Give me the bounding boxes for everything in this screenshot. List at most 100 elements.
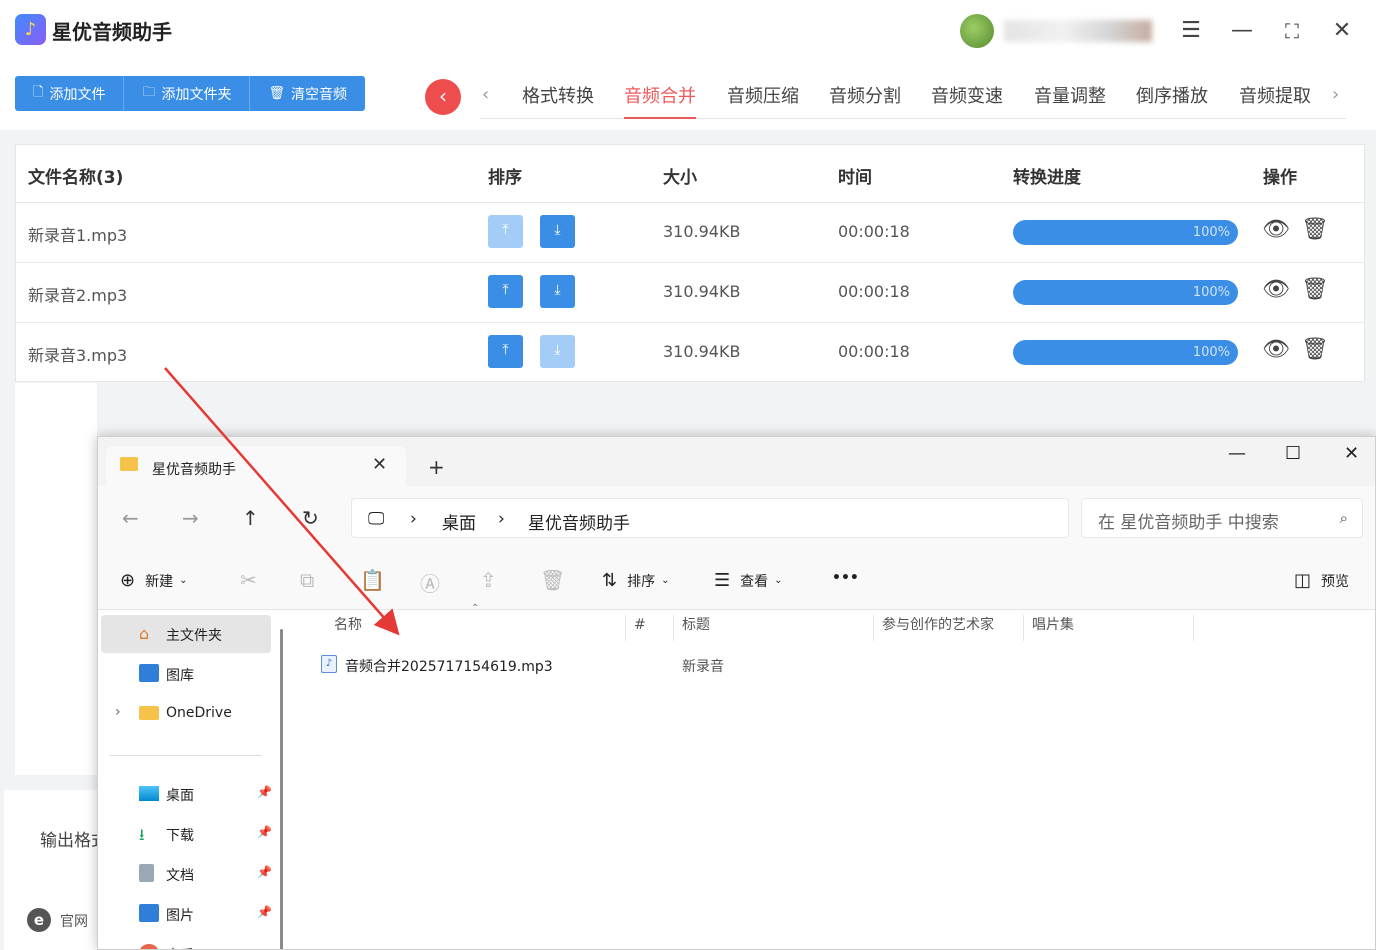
- file-size: 310.94KB: [663, 222, 741, 241]
- sidebar-item-label: 文档: [166, 868, 194, 884]
- user-name: [1004, 20, 1152, 42]
- column-header-name[interactable]: 名称: [326, 615, 626, 641]
- explorer-navbar: ← → ↑ ↻ 🖵 › 桌面 › 星优音频助手 在 星优音频助手 中搜索 ⌕: [98, 486, 1375, 550]
- toolbar: 🗋 添加文件 🗀 添加文件夹 🗑 清空音频: [15, 76, 365, 111]
- explorer-command-bar: ⊕ 新建 ⌄ ✂ ⧉ 📋 Ⓐ ⇪ 🗑 ⇅ 排序 ⌄ ☰ 查看 ⌄ ••• ◫ 预…: [98, 550, 1375, 610]
- move-down-button[interactable]: ⤓: [540, 275, 575, 308]
- file-icon: 🗋: [33, 84, 44, 100]
- new-button[interactable]: ⊕ 新建 ⌄: [120, 570, 187, 591]
- minimize-button[interactable]: —: [1225, 14, 1259, 48]
- breadcrumb-folder[interactable]: 星优音频助手: [528, 509, 630, 534]
- close-button[interactable]: ✕: [1344, 443, 1359, 464]
- breadcrumb-desktop[interactable]: 桌面: [442, 509, 476, 534]
- back-arrow-icon[interactable]: ←: [122, 506, 139, 530]
- file-size: 310.94KB: [663, 342, 741, 361]
- computer-icon: 🖵: [368, 509, 385, 529]
- move-down-button[interactable]: ⤓: [540, 215, 575, 248]
- file-duration: 00:00:18: [838, 342, 910, 361]
- sort-button[interactable]: ⇅ 排序 ⌄: [602, 570, 669, 591]
- function-tabs: ‹ 格式转换 音频合并 音频压缩 音频分割 音频变速 音量调整 倒序播放 音频提…: [480, 76, 1346, 119]
- preview-button[interactable]: ◫ 预览: [1294, 570, 1349, 591]
- close-tab-icon[interactable]: ✕: [372, 454, 387, 475]
- chevron-down-icon: ⌄: [179, 575, 188, 586]
- tab-volume-adjust[interactable]: 音量调整: [1034, 82, 1106, 119]
- table-row: 新录音3.mp3 ⤒ ⤓ 310.94KB 00:00:18 100% 👁 🗑: [16, 323, 1364, 383]
- add-file-button[interactable]: 🗋 添加文件: [15, 76, 125, 111]
- maximize-button[interactable]: ☐: [1285, 443, 1301, 464]
- column-header-artist[interactable]: 参与创作的艺术家: [874, 615, 1024, 641]
- tabs-next-icon[interactable]: ›: [1332, 84, 1339, 105]
- expand-chevron-icon[interactable]: ›: [115, 704, 121, 720]
- sidebar-item-onedrive[interactable]: › OneDrive: [101, 695, 271, 733]
- sidebar-item-music[interactable]: 音乐: [101, 935, 271, 949]
- view-icon: ☰: [714, 570, 731, 591]
- sidebar-item-documents[interactable]: 文档 📌: [101, 855, 272, 893]
- chevron-down-icon: ⌄: [661, 575, 670, 586]
- clear-audio-label: 清空音频: [290, 86, 347, 103]
- column-header-number[interactable]: #: [626, 615, 674, 641]
- sidebar-item-label: 下载: [166, 828, 194, 844]
- move-up-button: ⤒: [488, 215, 523, 248]
- tab-audio-split[interactable]: 音频分割: [829, 82, 901, 119]
- tab-audio-speed[interactable]: 音频变速: [931, 82, 1003, 119]
- trash-icon: 🗑: [268, 86, 285, 101]
- progress-bar: 100%: [1013, 280, 1238, 305]
- file-title: 新录音: [682, 659, 724, 675]
- delete-icon[interactable]: 🗑: [1301, 277, 1329, 302]
- column-header-title[interactable]: 标题: [674, 615, 874, 641]
- tabs-prev-icon[interactable]: ‹: [482, 84, 489, 105]
- tab-audio-compress[interactable]: 音频压缩: [727, 82, 799, 119]
- file-duration: 00:00:18: [838, 222, 910, 241]
- refresh-icon[interactable]: ↻: [302, 506, 319, 530]
- copy-icon: ⧉: [300, 568, 315, 592]
- avatar[interactable]: [960, 14, 994, 48]
- app-titlebar: ♪ 星优音频助手 ☰ — ⛶ ✕: [0, 0, 1376, 62]
- tab-audio-extract[interactable]: 音频提取: [1239, 82, 1311, 119]
- move-up-button[interactable]: ⤒: [488, 335, 523, 368]
- column-header-label: #: [634, 617, 646, 633]
- clear-audio-button[interactable]: 🗑 清空音频: [250, 76, 365, 111]
- view-button[interactable]: ☰ 查看 ⌄: [714, 570, 783, 591]
- add-folder-button[interactable]: 🗀 添加文件夹: [124, 76, 251, 111]
- file-name: 音频合并2025717154619.mp3: [345, 659, 553, 675]
- tab-reverse-play[interactable]: 倒序播放: [1136, 82, 1208, 119]
- new-tab-icon[interactable]: +: [428, 455, 445, 479]
- forward-arrow-icon[interactable]: →: [182, 506, 199, 530]
- search-icon: ⌕: [1339, 509, 1348, 527]
- explorer-file-list: ⌃ 名称 # 标题 参与创作的艺术家 唱片集 ♪ 音频合并20257171546…: [291, 603, 1375, 949]
- minimize-button[interactable]: —: [1228, 443, 1246, 464]
- more-button[interactable]: •••: [832, 570, 859, 586]
- website-label[interactable]: 官网: [60, 911, 88, 931]
- table-empty-area: [15, 383, 97, 775]
- move-up-button[interactable]: ⤒: [488, 275, 523, 308]
- website-icon[interactable]: e: [27, 908, 51, 932]
- tab-audio-merge[interactable]: 音频合并: [624, 82, 696, 119]
- sidebar-item-downloads[interactable]: ⭳ 下载 📌: [101, 815, 272, 853]
- search-input[interactable]: 在 星优音频助手 中搜索 ⌕: [1081, 498, 1363, 538]
- eye-icon[interactable]: 👁: [1262, 337, 1290, 362]
- sidebar-item-pictures[interactable]: 图片 📌: [101, 895, 272, 933]
- up-arrow-icon[interactable]: ↑: [242, 506, 259, 530]
- sidebar-item-home[interactable]: ⌂ 主文件夹: [101, 615, 271, 653]
- sidebar-scrollbar[interactable]: [280, 629, 283, 949]
- back-button[interactable]: ‹: [425, 79, 461, 115]
- delete-icon[interactable]: 🗑: [1301, 337, 1329, 362]
- sidebar-item-gallery[interactable]: 图库: [101, 655, 271, 693]
- settings-icon[interactable]: ☰: [1174, 14, 1208, 48]
- address-bar[interactable]: 🖵 › 桌面 › 星优音频助手: [351, 498, 1069, 538]
- eye-icon[interactable]: 👁: [1262, 217, 1290, 242]
- delete-icon[interactable]: 🗑: [1301, 217, 1329, 242]
- maximize-button[interactable]: ⛶: [1275, 14, 1309, 48]
- progress-text: 100%: [1192, 285, 1230, 300]
- more-label: •••: [832, 570, 859, 586]
- new-label: 新建: [145, 573, 174, 590]
- search-placeholder: 在 星优音频助手 中搜索: [1098, 513, 1279, 533]
- file-duration: 00:00:18: [838, 282, 910, 301]
- tab-format-convert[interactable]: 格式转换: [522, 82, 594, 119]
- column-header-album[interactable]: 唱片集: [1024, 615, 1194, 641]
- sidebar-item-label: 图片: [166, 908, 194, 924]
- close-button[interactable]: ✕: [1325, 14, 1359, 48]
- explorer-tab[interactable]: 星优音频助手 ✕: [106, 446, 406, 487]
- sidebar-item-desktop[interactable]: 桌面 📌: [101, 775, 272, 813]
- eye-icon[interactable]: 👁: [1262, 277, 1290, 302]
